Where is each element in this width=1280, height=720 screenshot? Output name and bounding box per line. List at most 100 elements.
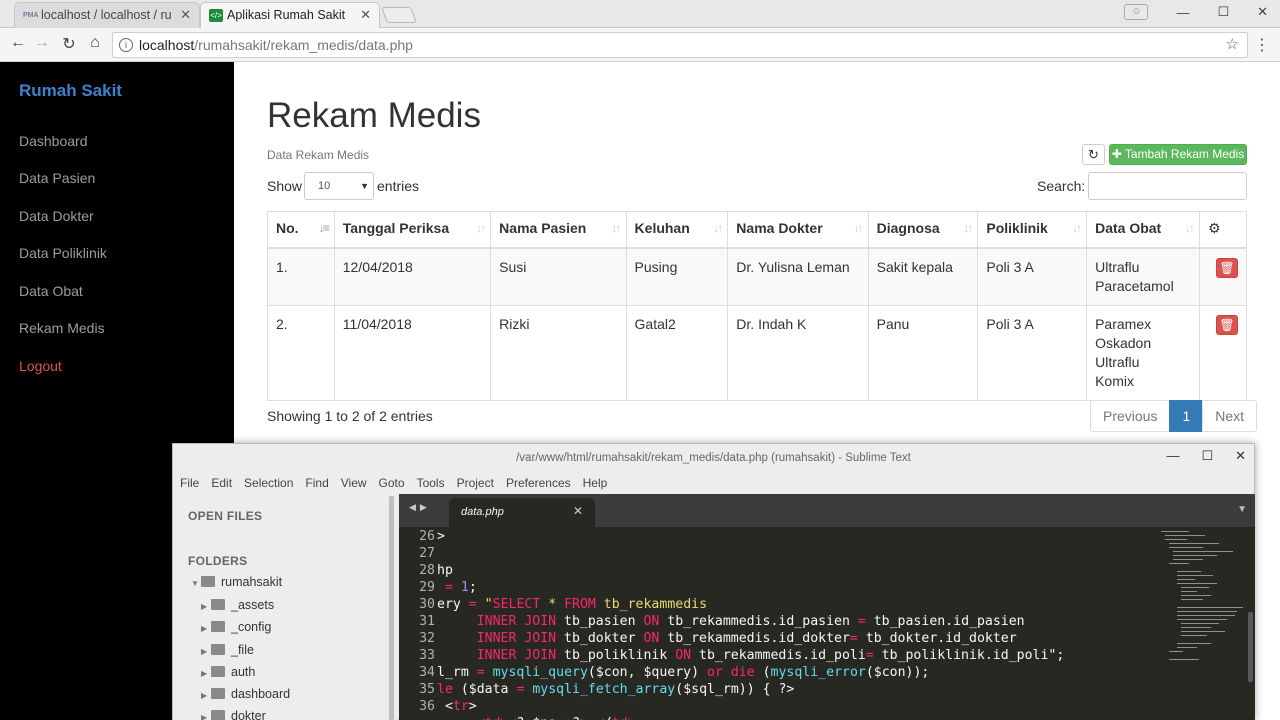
menu-selection[interactable]: Selection (244, 472, 293, 494)
tab-dropdown-icon[interactable]: ▼ (1237, 504, 1247, 515)
address-bar[interactable]: i localhost/rumahsakit/rekam_medis/data.… (112, 32, 1248, 58)
line-number: 32 (419, 631, 435, 646)
code-line: 32 INNER JOIN tb_dokter ON tb_rekammedis… (399, 630, 1017, 647)
code-minimap[interactable] (1161, 527, 1245, 720)
sidebar-item-rekam-medis[interactable]: Rekam Medis (19, 320, 105, 336)
menu-project[interactable]: Project (457, 472, 494, 494)
maximize-icon[interactable]: ☐ (1201, 448, 1213, 464)
tree-folder[interactable]: ▶ _config (201, 620, 271, 634)
minimize-icon[interactable]: — (1166, 448, 1179, 464)
cell-no: 2. (267, 304, 335, 401)
close-icon[interactable]: ✕ (360, 3, 371, 27)
chevron-down-icon: ▼ (191, 579, 199, 588)
tree-root-folder[interactable]: ▼ rumahsakit (191, 575, 282, 589)
sort-asc-icon: ↓≡ (318, 221, 330, 235)
trash-icon: 🗑 (1219, 260, 1235, 275)
sidebar-item-data-pasien[interactable]: Data Pasien (19, 170, 95, 186)
menu-find[interactable]: Find (305, 472, 328, 494)
menu-edit[interactable]: Edit (211, 472, 232, 494)
editor-scrollbar[interactable] (1248, 612, 1253, 682)
browser-tab-phpmyadmin[interactable]: PMA localhost / localhost / ru ✕ (14, 2, 200, 28)
entries-select[interactable]: 10 ▼ (304, 172, 374, 200)
search-input[interactable] (1088, 172, 1247, 200)
tree-folder[interactable]: ▶ dokter (201, 709, 266, 720)
refresh-button[interactable]: ↻ (1082, 144, 1105, 165)
url-path: /rumahsakit/rekam_medis/data.php (194, 37, 413, 53)
pagination-next[interactable]: Next (1202, 400, 1258, 432)
tree-folder[interactable]: ▶ _file (201, 643, 254, 657)
delete-button[interactable]: 🗑 (1215, 314, 1238, 335)
browser-toolbar: ← → ↻ ⌂ i localhost/rumahsakit/rekam_med… (0, 28, 1280, 62)
sort-icon: ↓↑ (1184, 221, 1195, 235)
close-icon[interactable]: ✕ (573, 504, 583, 518)
folder-icon (211, 644, 225, 655)
menu-preferences[interactable]: Preferences (506, 472, 571, 494)
sidebar-item-dashboard[interactable]: Dashboard (19, 133, 88, 149)
bookmark-star-icon[interactable]: ☆ (1226, 33, 1239, 57)
line-number: 27 (419, 546, 435, 561)
forward-arrow-icon[interactable]: → (32, 34, 52, 52)
browser-tab-aplikasi[interactable]: </> Aplikasi Rumah Sakit ✕ (200, 2, 380, 28)
obat-item: Komix (1095, 372, 1134, 389)
minimize-icon[interactable]: — (1176, 5, 1189, 20)
column-header-dokter[interactable]: Nama Dokter ↓↑ (727, 211, 869, 249)
sort-icon: ↓↑ (713, 221, 723, 235)
line-number: 28 (419, 563, 435, 578)
code-favicon-icon: </> (209, 9, 223, 22)
maximize-icon[interactable]: ☐ (1217, 4, 1229, 20)
tree-folder[interactable]: ▶ _assets (201, 598, 274, 612)
column-header-obat[interactable]: Data Obat ↓↑ (1086, 211, 1200, 249)
menu-goto[interactable]: Goto (379, 472, 405, 494)
sidebar-item-data-poliklinik[interactable]: Data Poliklinik (19, 245, 107, 261)
close-window-icon[interactable]: ✕ (1257, 4, 1268, 20)
profile-icon[interactable]: ☺ (1124, 4, 1149, 20)
pagination-page[interactable]: 1 (1169, 400, 1204, 432)
sidebar-item-logout[interactable]: Logout (19, 358, 62, 374)
line-number: 33 (419, 648, 435, 663)
folder-icon (211, 599, 225, 610)
tab-scroll-arrows-icon[interactable]: ◀▶ (409, 502, 431, 513)
back-arrow-icon[interactable]: ← (8, 34, 28, 52)
menu-tools[interactable]: Tools (417, 472, 445, 494)
folder-icon (211, 621, 225, 632)
reload-icon[interactable]: ↻ (59, 34, 79, 54)
tree-folder[interactable]: ▶ auth (201, 665, 255, 679)
cell-dokter: Dr. Yulisna Leman (727, 247, 869, 306)
editor-tab-data-php[interactable]: data.php ✕ (449, 498, 595, 527)
info-icon[interactable]: i (119, 38, 133, 52)
code-line: 33 INNER JOIN tb_poliklinik ON tb_rekamm… (399, 647, 1064, 664)
obat-item: Ultraflu (1095, 353, 1140, 370)
menu-help[interactable]: Help (583, 472, 608, 494)
delete-button[interactable]: 🗑 (1215, 257, 1238, 278)
folder-label: auth (231, 665, 256, 679)
sidebar-item-data-dokter[interactable]: Data Dokter (19, 208, 94, 224)
menu-view[interactable]: View (341, 472, 367, 494)
brand-link[interactable]: Rumah Sakit (19, 81, 122, 101)
column-header-tanggal[interactable]: Tanggal Periksa ↓↑ (333, 211, 492, 249)
editor-window-title: /var/www/html/rumahsakit/rekam_medis/dat… (516, 452, 911, 464)
cell-dokter: Dr. Indah K (727, 304, 869, 401)
menu-file[interactable]: File (180, 472, 199, 494)
add-rekam-medis-button[interactable]: ✚ Tambah Rekam Medis (1109, 144, 1247, 165)
sidebar-item-data-obat[interactable]: Data Obat (19, 283, 83, 299)
browser-menu-icon[interactable]: ⋮ (1254, 35, 1270, 55)
tree-folder[interactable]: ▶ dashboard (201, 687, 290, 701)
table-row: 1. 12/04/2018 Susi Pusing Dr. Yulisna Le… (267, 247, 1248, 306)
code-line: 28 hp (399, 562, 453, 579)
dropdown-arrow-icon: ▼ (360, 181, 369, 191)
close-icon[interactable]: ✕ (180, 3, 191, 27)
editor-menubar: File Edit Selection Find View Goto Tools… (173, 472, 1254, 494)
table-header-row: No. ↓≡ Tanggal Periksa ↓↑ Nama Pasien ↓↑ Ke… (267, 211, 1248, 249)
code-area[interactable]: 26 > 27 28 hp 29 = 1; 30 ery = "SELECT * FR… (399, 527, 1159, 720)
column-header-poliklinik[interactable]: Poliklinik ↓↑ (977, 211, 1088, 249)
new-tab-button[interactable] (381, 7, 417, 23)
column-header-no[interactable]: No. ↓≡ (267, 211, 335, 249)
close-icon[interactable]: ✕ (1235, 448, 1246, 464)
home-icon[interactable]: ⌂ (85, 34, 105, 52)
column-header-keluhan[interactable]: Keluhan ↓↑ (625, 211, 729, 249)
column-label: Tanggal Periksa (342, 220, 450, 236)
pagination-previous[interactable]: Previous (1090, 400, 1171, 432)
sidebar-scrollbar[interactable] (389, 496, 394, 720)
column-header-diagnosa[interactable]: Diagnosa ↓↑ (867, 211, 979, 249)
column-header-pasien[interactable]: Nama Pasien ↓↑ (490, 211, 627, 249)
